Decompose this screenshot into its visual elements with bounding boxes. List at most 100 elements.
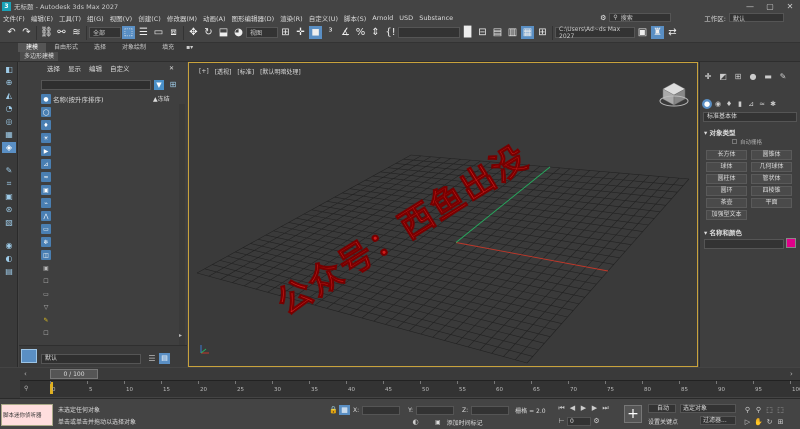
mirror-icon[interactable]: ▐▌ xyxy=(460,26,475,39)
invert-button-icon[interactable]: ▭ xyxy=(41,289,51,299)
go-to-start-icon[interactable]: ⏮ xyxy=(556,403,567,413)
set-key-icon[interactable]: + xyxy=(624,405,642,423)
ribbon-tab[interactable]: 对象绘制 xyxy=(114,43,154,52)
viewport-general-menu[interactable]: [+] xyxy=(199,68,209,75)
zoom-extents-all-icon[interactable]: ⬚ xyxy=(775,405,786,415)
motion-icon[interactable]: ◔ xyxy=(2,103,16,114)
motion-tab-icon[interactable]: ● xyxy=(747,71,759,82)
bind-spacewarp-icon[interactable]: ≋ xyxy=(70,26,83,39)
rect-selection-icon[interactable]: ▭ xyxy=(152,26,165,39)
explorer-tab[interactable]: 编辑 xyxy=(89,63,102,73)
display-none-button-icon[interactable]: ☐ xyxy=(41,276,51,286)
undo-icon[interactable]: ↶ xyxy=(5,26,18,39)
layer-settings-icon[interactable]: ▤ xyxy=(159,353,170,364)
align-icon[interactable]: ⊟ xyxy=(476,26,489,39)
project-path-field[interactable]: C:\Users\Ad~ds Max 2027 xyxy=(555,26,635,40)
next-frame-icon[interactable]: › xyxy=(790,370,793,378)
xref-filter-icon[interactable]: ⌁ xyxy=(41,198,51,208)
named-selection-dropdown[interactable] xyxy=(398,27,460,38)
folder-icon[interactable]: ☐ xyxy=(41,328,51,338)
explorer-tab[interactable]: 选择 xyxy=(47,63,60,73)
light-filter-icon[interactable]: ☀ xyxy=(41,133,51,143)
column-frozen-header[interactable]: ▲冻结 xyxy=(153,94,170,103)
scene-explorer-icon[interactable]: ◈ xyxy=(2,142,16,153)
move-icon[interactable]: ✥ xyxy=(187,26,200,39)
viewport-point-of-view-menu[interactable]: [透视] xyxy=(215,67,232,76)
ribbon-tab[interactable]: 自由形式 xyxy=(46,43,86,52)
percent-snap-icon[interactable]: % xyxy=(354,26,367,39)
primitive-type-dropdown[interactable]: 标准基本体 xyxy=(703,112,797,122)
helpers-category-icon[interactable]: ⊿ xyxy=(746,99,756,109)
selection-filter-dropdown[interactable]: 全部 xyxy=(89,27,121,38)
display-all-icon[interactable]: ● xyxy=(41,94,51,104)
menu-item[interactable]: 文件(F) xyxy=(0,13,28,23)
lock-selection-icon[interactable]: 🔒 xyxy=(328,405,339,415)
explorer-tab[interactable]: 显示 xyxy=(68,63,81,73)
scroll-right-arrow-icon[interactable]: ▸ xyxy=(179,332,182,339)
display-all-button-icon[interactable]: ▣ xyxy=(41,263,51,273)
perspective-viewport[interactable]: [+] [透视] [标准] [默认明暗处理] 公众号：西鱼出没 xyxy=(188,62,698,367)
prev-frame-icon[interactable]: ‹ xyxy=(24,370,27,378)
render-setup-icon[interactable]: ♜ xyxy=(651,26,664,39)
utilities-icon[interactable]: ▦ xyxy=(2,129,16,140)
current-frame-input[interactable]: 0 xyxy=(567,416,591,426)
filter-icon[interactable]: ▼ xyxy=(154,80,164,90)
helper-filter-icon[interactable]: ⊿ xyxy=(41,159,51,169)
select-by-name-icon[interactable]: ☰ xyxy=(137,26,150,39)
selected-objects-dropdown[interactable]: 选定对象 xyxy=(680,404,736,413)
go-to-end-icon[interactable]: ⏭ xyxy=(600,403,611,413)
menu-item[interactable]: 图形编辑器(D) xyxy=(229,13,278,23)
object-type-button[interactable]: 四棱锥 xyxy=(751,186,792,196)
tool-e-icon[interactable]: ◉ xyxy=(2,240,16,251)
isolate-icon[interactable]: ◐ xyxy=(410,417,421,427)
scene-explorer-icon[interactable]: ▥ xyxy=(506,26,519,39)
menu-item[interactable]: 组(G) xyxy=(84,13,107,23)
menu-item[interactable]: 创建(C) xyxy=(135,13,164,23)
workspace-dropdown[interactable]: 默认 xyxy=(729,13,784,23)
viewport-label-menu[interactable]: [+] [透视] [标准] [默认明暗处理] xyxy=(199,67,307,76)
object-type-button[interactable]: 平面 xyxy=(751,198,792,208)
hidden-filter-icon[interactable]: ◫ xyxy=(41,250,51,260)
tool-a-icon[interactable]: ⌗ xyxy=(2,178,16,189)
edit-named-selection-icon[interactable]: {! xyxy=(384,26,397,39)
layer-dropdown[interactable]: 默认 xyxy=(41,354,141,364)
menu-item[interactable]: 动画(A) xyxy=(200,13,229,23)
object-type-button[interactable]: 几何球体 xyxy=(751,162,792,172)
curve-editor-icon[interactable]: ⊞ xyxy=(536,26,549,39)
menu-item[interactable]: 脚本(S) xyxy=(341,13,369,23)
geometry-category-icon[interactable]: ● xyxy=(702,99,712,109)
next-key-icon[interactable]: ▶ xyxy=(589,403,600,413)
zoom-all-icon[interactable]: ⚲ xyxy=(753,405,764,415)
cameras-category-icon[interactable]: ▮ xyxy=(735,99,745,109)
layer-stack-icon[interactable]: ☰ xyxy=(147,354,157,364)
spacewarp-filter-icon[interactable]: ≈ xyxy=(41,172,51,182)
tool-g-icon[interactable]: ▤ xyxy=(2,266,16,277)
ribbon-tab[interactable]: 建模 xyxy=(18,43,47,52)
frozen-filter-icon[interactable]: ❄ xyxy=(41,237,51,247)
object-type-button[interactable]: 圆环 xyxy=(706,186,747,196)
z-coord-input[interactable] xyxy=(471,405,510,415)
orbit-icon[interactable]: ↻ xyxy=(764,417,775,427)
auto-key-button[interactable]: 自动 xyxy=(648,404,676,413)
select-object-icon[interactable]: ⬚ xyxy=(122,26,135,39)
zoom-extents-icon[interactable]: ⬚ xyxy=(764,405,775,415)
tool-d-icon[interactable]: ▧ xyxy=(2,217,16,228)
object-type-button[interactable]: 圆柱体 xyxy=(706,174,747,184)
enable-icon[interactable]: ▣ xyxy=(435,419,441,426)
pan-icon[interactable]: ✋ xyxy=(753,417,764,427)
object-type-button[interactable]: 长方体 xyxy=(706,150,747,160)
rotate-icon[interactable]: ↻ xyxy=(202,26,215,39)
geometry-filter-icon[interactable]: ◯ xyxy=(41,107,51,117)
menu-item[interactable]: 编辑(E) xyxy=(28,13,56,23)
zoom-icon[interactable]: ⚲ xyxy=(742,405,753,415)
object-type-button[interactable]: 茶壶 xyxy=(706,198,747,208)
lights-category-icon[interactable]: ♦ xyxy=(724,99,734,109)
close-button[interactable]: ✕ xyxy=(780,2,800,11)
tool-c-icon[interactable]: ⊛ xyxy=(2,204,16,215)
bone-filter-icon[interactable]: ⋀ xyxy=(41,211,51,221)
modify-tab-icon[interactable]: ◩ xyxy=(717,71,729,82)
maximize-viewport-icon[interactable]: ⊞ xyxy=(775,417,786,427)
create-icon[interactable]: ◧ xyxy=(2,64,16,75)
spinner-snap-icon[interactable]: ⇕ xyxy=(369,26,382,39)
search-field[interactable]: ⚲ 搜索 xyxy=(609,13,672,22)
